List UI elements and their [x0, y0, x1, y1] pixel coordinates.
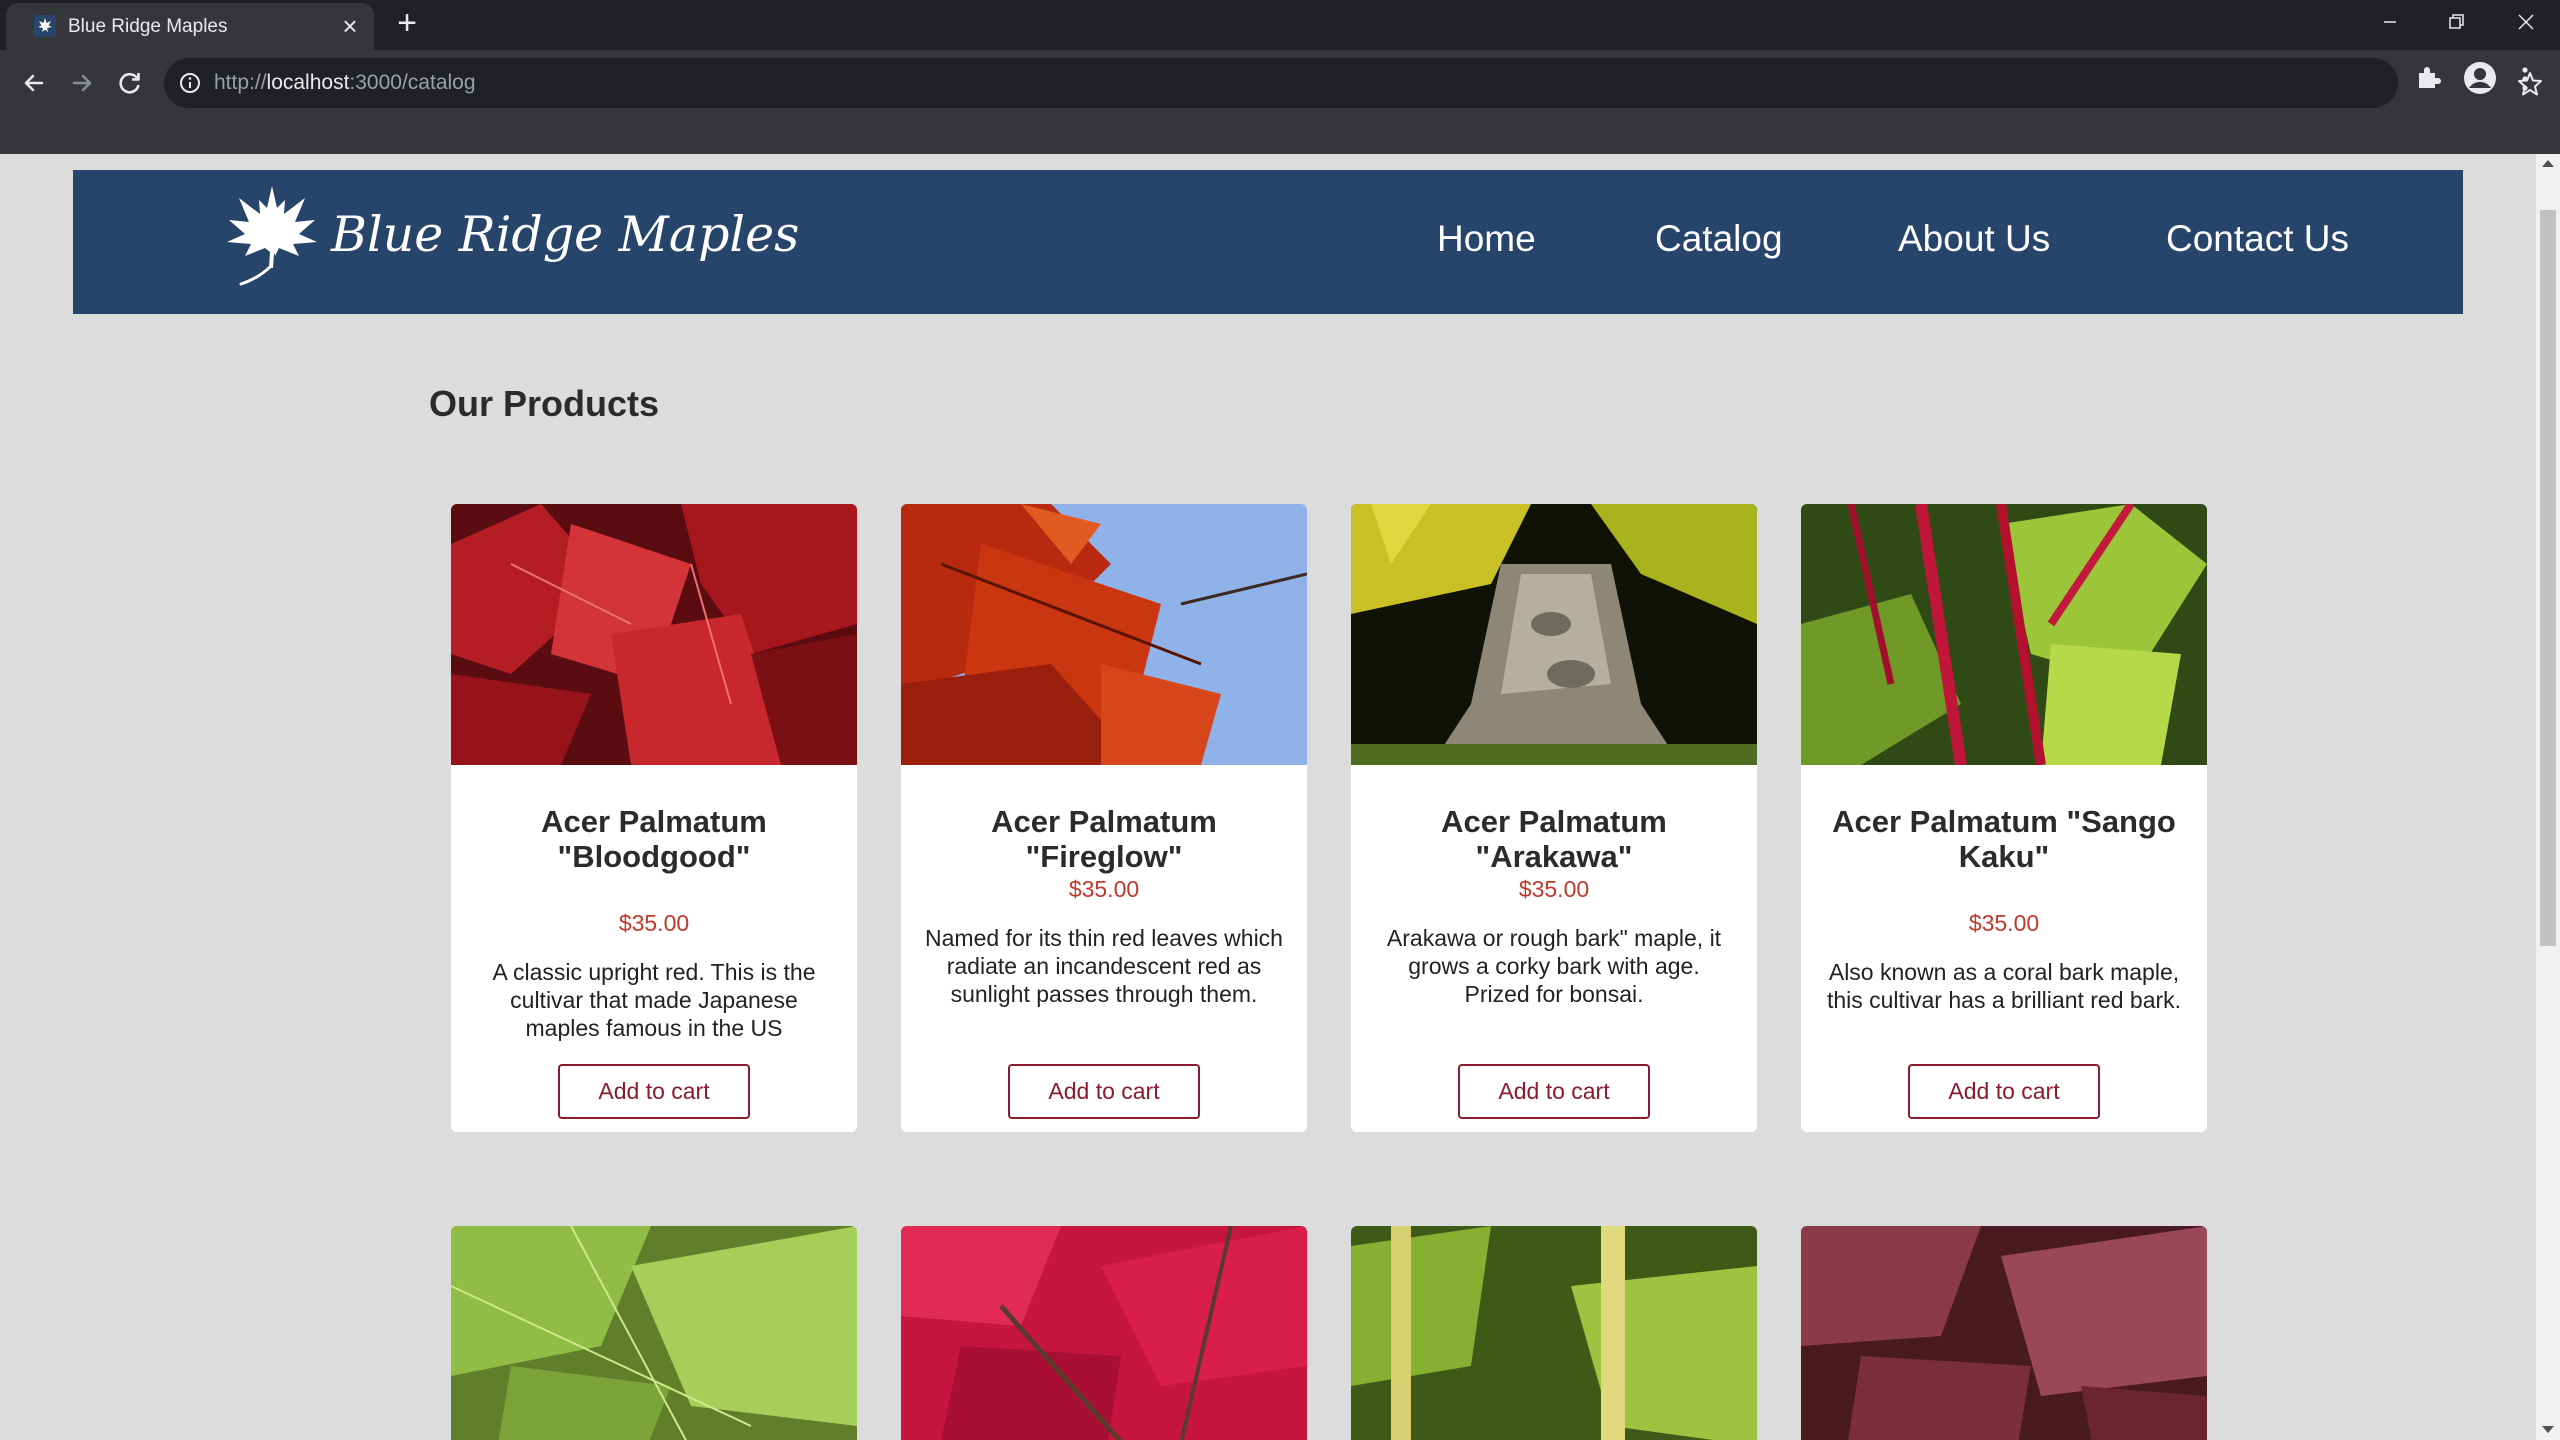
maple-leaf-favicon-icon: [34, 15, 56, 37]
product-card: [451, 1226, 857, 1440]
product-image[interactable]: [451, 504, 857, 765]
back-icon[interactable]: [14, 63, 54, 103]
product-image[interactable]: [451, 1226, 857, 1440]
page-title: Our Products: [429, 383, 660, 424]
extensions-puzzle-icon[interactable]: [2414, 63, 2442, 91]
product-image[interactable]: [1351, 1226, 1757, 1440]
product-image[interactable]: [901, 1226, 1307, 1440]
scroll-thumb[interactable]: [2540, 210, 2556, 946]
product-description: Also known as a coral bark maple, this c…: [1826, 959, 2182, 1013]
scroll-up-arrow-icon[interactable]: [2542, 160, 2554, 167]
product-description: A classic upright red. This is the culti…: [492, 959, 816, 1041]
product-card: Acer Palmatum "Arakawa" $35.00 Arakawa o…: [1351, 504, 1757, 1132]
product-card: [1801, 1226, 2207, 1440]
new-tab-icon[interactable]: +: [390, 6, 424, 40]
browser-tab[interactable]: Blue Ridge Maples ×: [6, 3, 374, 50]
product-image[interactable]: [1801, 504, 2207, 765]
add-to-cart-button[interactable]: Add to cart: [1458, 1064, 1650, 1119]
product-card: [1351, 1226, 1757, 1440]
more-menu-icon[interactable]: [2518, 64, 2532, 94]
add-to-cart-button[interactable]: Add to cart: [1908, 1064, 2100, 1119]
scroll-down-arrow-icon[interactable]: [2542, 1426, 2554, 1433]
product-image[interactable]: [1351, 504, 1757, 765]
page-scrollbar[interactable]: [2536, 154, 2560, 1440]
nav-catalog[interactable]: Catalog: [1655, 218, 1783, 260]
product-description: Arakawa or rough bark" maple, it grows a…: [1386, 925, 1722, 1007]
product-name: Acer Palmatum "Arakawa": [1441, 804, 1667, 874]
product-card: Acer Palmatum "Bloodgood" $35.00 A class…: [451, 504, 857, 1132]
product-name: Acer Palmatum "Sango Kaku": [1832, 804, 2176, 874]
product-image[interactable]: [901, 504, 1307, 765]
reload-icon[interactable]: [110, 63, 150, 103]
add-to-cart-button[interactable]: Add to cart: [1008, 1064, 1200, 1119]
product-name: Acer Palmatum "Bloodgood": [541, 804, 767, 874]
site-info-icon[interactable]: [178, 71, 202, 95]
browser-tabstrip: Blue Ridge Maples × +: [0, 0, 2560, 50]
product-card: Acer Palmatum "Sango Kaku" $35.00 Also k…: [1801, 504, 2207, 1132]
nav-about-us[interactable]: About Us: [1898, 218, 2050, 260]
browser-toolbar: http://localhost:3000/catalog: [0, 50, 2560, 154]
site-logo-text[interactable]: Blue Ridge Maples: [331, 206, 799, 263]
url-text[interactable]: http://localhost:3000/catalog: [214, 71, 476, 95]
product-price: $35.00: [618, 910, 690, 936]
product-price: $35.00: [1068, 876, 1140, 902]
product-name: Acer Palmatum "Fireglow": [991, 804, 1217, 874]
page-viewport: Blue Ridge Maples Home Catalog About Us …: [0, 154, 2536, 1440]
restore-icon[interactable]: [2436, 6, 2476, 38]
tab-title: Blue Ridge Maples: [68, 16, 228, 37]
forward-icon[interactable]: [62, 63, 102, 103]
minimize-icon[interactable]: [2370, 6, 2410, 38]
product-description: Named for its thin red leaves which radi…: [925, 925, 1283, 1007]
nav-contact-us[interactable]: Contact Us: [2166, 218, 2349, 260]
product-price: $35.00: [1518, 876, 1590, 902]
tab-close-icon[interactable]: ×: [336, 12, 364, 40]
product-card: [901, 1226, 1307, 1440]
profile-avatar-icon[interactable]: [2462, 60, 2498, 96]
nav-home[interactable]: Home: [1437, 218, 1536, 260]
product-card: Acer Palmatum "Fireglow" $35.00 Named fo…: [901, 504, 1307, 1132]
product-image[interactable]: [1801, 1226, 2207, 1440]
maple-leaf-logo-icon[interactable]: [219, 182, 325, 288]
product-price: $35.00: [1968, 910, 2040, 936]
add-to-cart-button[interactable]: Add to cart: [558, 1064, 750, 1119]
site-header: Blue Ridge Maples Home Catalog About Us …: [73, 170, 2463, 314]
close-window-icon[interactable]: [2506, 6, 2546, 38]
address-bar[interactable]: http://localhost:3000/catalog: [164, 58, 2542, 108]
